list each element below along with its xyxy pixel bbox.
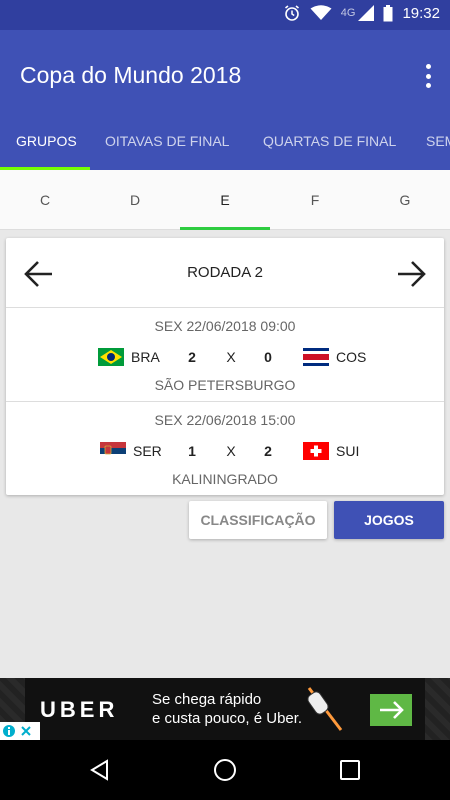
- network-type: 4G: [340, 7, 356, 19]
- match-date: SEX 22/06/2018 09:00: [154, 318, 296, 334]
- alarm-icon: [283, 4, 301, 22]
- group-tab-indicator: [180, 227, 270, 230]
- app-title: Copa do Mundo 2018: [20, 62, 242, 88]
- match-item[interactable]: SEX 22/06/2018 09:00 BRA 2 X 0 COS SÃO P…: [6, 309, 444, 402]
- ad-banner[interactable]: UBER Se chega rápido e custa pouco, é Ub…: [0, 678, 450, 740]
- group-tab-g[interactable]: G: [360, 170, 450, 230]
- away-score: 0: [264, 349, 272, 365]
- match-date: SEX 22/06/2018 15:00: [154, 412, 296, 428]
- recents-icon[interactable]: [338, 758, 362, 782]
- status-bar: 4G 19:32: [0, 0, 450, 30]
- system-nav-bar: [0, 740, 450, 800]
- clock: 19:32: [402, 4, 440, 22]
- adchoices-icon[interactable]: [0, 722, 40, 740]
- arrow-right-icon[interactable]: [396, 260, 426, 288]
- standings-button[interactable]: CLASSIFICAÇÃO: [189, 501, 327, 539]
- group-tab-c[interactable]: C: [0, 170, 90, 230]
- tab-quartas[interactable]: QUARTAS DE FINAL: [263, 120, 396, 170]
- home-score: 2: [188, 349, 196, 365]
- tab-oitavas[interactable]: OITAVAS DE FINAL: [105, 120, 229, 170]
- switzerland-flag-icon: [303, 442, 329, 460]
- group-tabs: C D E F G: [0, 170, 450, 230]
- games-button[interactable]: JOGOS: [334, 501, 444, 539]
- more-vert-icon[interactable]: [424, 64, 432, 88]
- back-icon[interactable]: [88, 758, 112, 782]
- match-venue: KALININGRADO: [172, 471, 278, 487]
- matches-card: RODADA 2 SEX 22/06/2018 09:00 BRA 2 X 0 …: [6, 238, 444, 495]
- signal-icon: [358, 5, 375, 21]
- home-team-code: SER: [133, 443, 162, 459]
- match-scoreline: SER 1 X 2 SUI: [6, 441, 444, 461]
- home-score: 1: [188, 443, 196, 459]
- ad-brand: UBER: [40, 697, 119, 722]
- away-team-code: SUI: [336, 443, 360, 459]
- match-scoreline: BRA 2 X 0 COS: [6, 347, 444, 367]
- match-venue: SÃO PETERSBURGO: [154, 377, 296, 393]
- wifi-icon: [310, 5, 332, 21]
- away-score: 2: [264, 443, 272, 459]
- costa-rica-flag-icon: [303, 348, 329, 366]
- home-icon[interactable]: [213, 758, 237, 782]
- round-header: RODADA 2: [6, 238, 444, 308]
- tab-grupos[interactable]: GRUPOS: [16, 120, 77, 170]
- ad-copy-line2: e custa pouco, é Uber.: [152, 710, 303, 727]
- ad-copy-line1: Se chega rápido: [152, 691, 262, 708]
- group-tab-e[interactable]: E: [180, 170, 270, 230]
- brazil-flag-icon: [98, 348, 124, 366]
- ad-cta-button[interactable]: [370, 694, 412, 726]
- serbia-flag-icon: [100, 442, 126, 460]
- battery-icon: [383, 4, 393, 22]
- app-bar: Copa do Mundo 2018: [0, 30, 450, 120]
- group-tab-f[interactable]: F: [270, 170, 360, 230]
- tab-semifinal[interactable]: SEM: [426, 120, 450, 170]
- score-separator: X: [226, 443, 236, 459]
- match-item[interactable]: SEX 22/06/2018 15:00 SER 1 X 2 SUI KALIN…: [6, 403, 444, 496]
- stage-tabs: GRUPOS OITAVAS DE FINAL QUARTAS DE FINAL…: [0, 120, 450, 170]
- score-separator: X: [226, 349, 236, 365]
- group-tab-d[interactable]: D: [90, 170, 180, 230]
- car-icon: [305, 684, 345, 734]
- status-icons: 4G 19:32: [283, 4, 440, 22]
- away-team-code: COS: [336, 349, 367, 365]
- home-team-code: BRA: [131, 349, 160, 365]
- ad-copy: Se chega rápido e custa pouco, é Uber.: [152, 690, 302, 728]
- round-label: RODADA 2: [187, 264, 263, 281]
